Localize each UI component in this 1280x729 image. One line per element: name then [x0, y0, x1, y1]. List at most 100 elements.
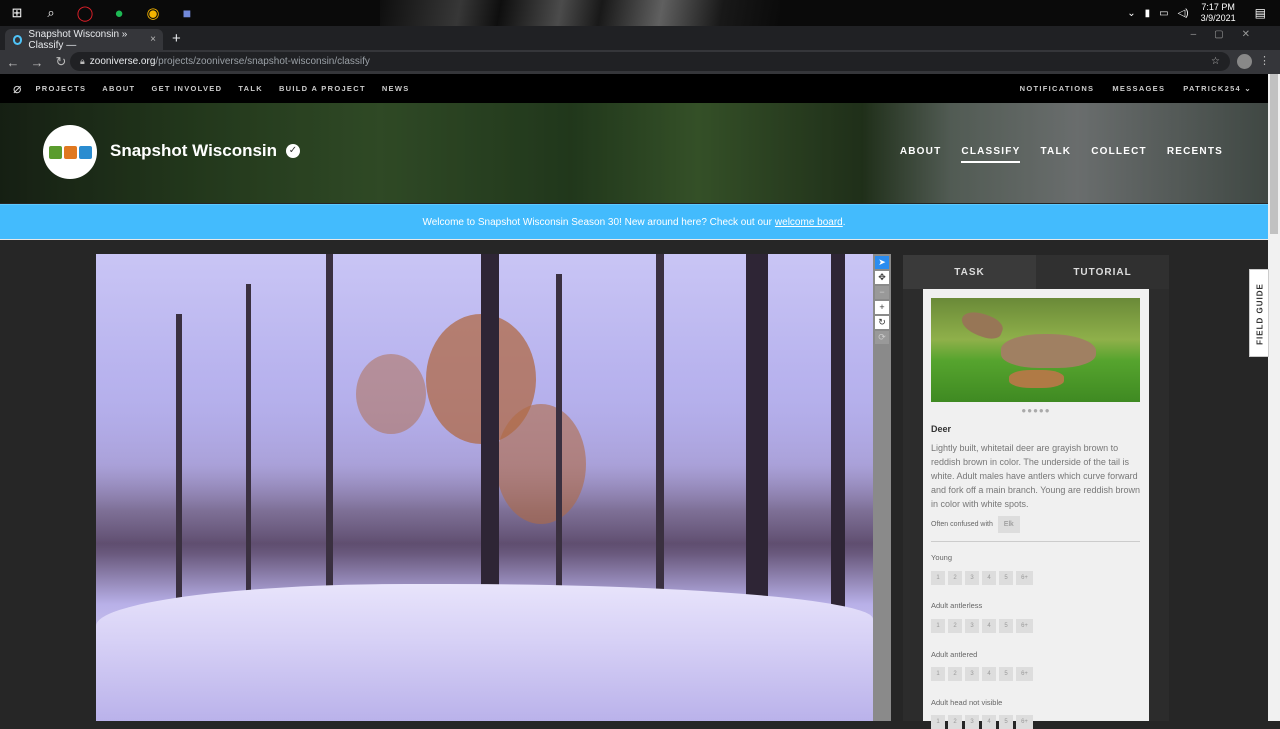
project-nav-about[interactable]: ABOUT [900, 146, 942, 163]
count-button[interactable]: 1 [931, 571, 945, 585]
project-logo[interactable] [43, 125, 97, 179]
scrollbar-thumb[interactable] [1270, 74, 1278, 234]
count-button[interactable]: 5 [999, 667, 1013, 681]
tab-tutorial[interactable]: TUTORIAL [1036, 255, 1169, 289]
count-button[interactable]: 4 [982, 571, 996, 585]
username: PATRICK254 [1183, 84, 1242, 93]
nav-build-a-project[interactable]: BUILD A PROJECT [279, 84, 366, 93]
species-name: Deer [931, 424, 952, 434]
species-description: Lightly built, whitetail deer are grayis… [931, 443, 1140, 509]
user-menu[interactable]: PATRICK254 ⌄ [1183, 84, 1252, 93]
move-icon[interactable]: ✥ [875, 271, 889, 284]
profile-avatar[interactable] [1237, 54, 1252, 69]
rotate-icon[interactable]: ↻ [875, 316, 889, 329]
zoom-in-icon[interactable]: + [875, 301, 889, 314]
page-scrollbar[interactable] [1268, 74, 1280, 721]
zooniverse-logo-icon[interactable]: ⌀ [13, 80, 21, 97]
project-nav: ABOUT CLASSIFY TALK COLLECT RECENTS [880, 146, 1223, 163]
url-host: zooniverse.org [89, 56, 156, 67]
count-button[interactable]: 3 [965, 667, 979, 681]
pointer-icon[interactable]: ➤ [875, 256, 889, 269]
new-tab-button[interactable]: + [172, 30, 181, 47]
deer-body [1001, 334, 1096, 368]
nav-about[interactable]: ABOUT [102, 84, 135, 93]
count-options: 1 2 3 4 5 6+ [931, 619, 1036, 633]
system-clock[interactable]: 7:17 PM 3/9/2021 [1201, 2, 1236, 24]
count-button[interactable]: 5 [999, 619, 1013, 633]
count-button[interactable]: 3 [965, 715, 979, 729]
project-nav-recents[interactable]: RECENTS [1167, 146, 1223, 163]
close-tab-icon[interactable]: × [150, 34, 156, 45]
subject-image[interactable] [96, 254, 873, 721]
species-example-image[interactable] [931, 298, 1140, 402]
clock-date: 3/9/2021 [1200, 13, 1236, 23]
count-button[interactable]: 3 [965, 619, 979, 633]
chrome-icon[interactable]: ◉ [136, 0, 170, 26]
count-button[interactable]: 2 [948, 619, 962, 633]
forward-icon[interactable]: → [26, 55, 48, 70]
count-button[interactable]: 1 [931, 667, 945, 681]
windows-taskbar: ⊞ ⌕ ◯ ● ◉ ■ ⌄ ▮ ▭ ◁) 7:17 PM 3/9/2021 ▤ [0, 0, 1280, 26]
count-button[interactable]: 2 [948, 715, 962, 729]
count-button[interactable]: 3 [965, 571, 979, 585]
count-button[interactable]: 5 [999, 571, 1013, 585]
search-icon[interactable]: ⌕ [34, 0, 68, 26]
carousel-dots[interactable]: ●●●●● [923, 406, 1149, 415]
zoom-out-icon[interactable]: − [875, 286, 889, 299]
window-controls[interactable]: ‒▢✕ [1191, 29, 1268, 40]
nav-messages[interactable]: MESSAGES [1112, 84, 1165, 93]
count-button[interactable]: 6+ [1016, 667, 1033, 681]
windows-start-icon[interactable]: ⊞ [0, 0, 34, 26]
reset-icon[interactable]: ⟳ [875, 331, 889, 344]
browser-tab[interactable]: Snapshot Wisconsin » Classify — × [5, 29, 163, 51]
network-icon[interactable]: ▭ [1159, 8, 1168, 19]
zooniverse-favicon-icon [13, 34, 23, 45]
spotify-icon[interactable]: ● [102, 0, 136, 26]
count-button[interactable]: 2 [948, 667, 962, 681]
count-button[interactable]: 6+ [1016, 619, 1033, 633]
volume-icon[interactable]: ◁) [1178, 8, 1189, 19]
question-label: Adult antlerless [931, 601, 983, 610]
microphone-icon[interactable]: ▮ [1145, 8, 1151, 19]
count-button[interactable]: 4 [982, 619, 996, 633]
welcome-board-link[interactable]: welcome board [775, 217, 843, 228]
project-nav-classify[interactable]: CLASSIFY [961, 146, 1021, 163]
nav-get-involved[interactable]: GET INVOLVED [151, 84, 222, 93]
reload-icon[interactable]: ↻ [50, 54, 72, 70]
nav-talk[interactable]: TALK [238, 84, 263, 93]
count-button[interactable]: 6+ [1016, 715, 1033, 729]
count-button[interactable]: 4 [982, 667, 996, 681]
back-icon[interactable]: ← [2, 55, 24, 70]
count-button[interactable]: 5 [999, 715, 1013, 729]
count-button[interactable]: 2 [948, 571, 962, 585]
tab-task[interactable]: TASK [903, 255, 1036, 289]
image-foliage [496, 404, 586, 524]
confused-with-chip[interactable]: Elk [997, 516, 1020, 533]
more-menu-icon[interactable]: ⋮ [1259, 54, 1270, 67]
count-button[interactable]: 6+ [1016, 571, 1033, 585]
nav-projects[interactable]: PROJECTS [35, 84, 86, 93]
project-nav-talk[interactable]: TALK [1040, 146, 1071, 163]
count-button[interactable]: 4 [982, 715, 996, 729]
opera-icon[interactable]: ◯ [68, 0, 102, 26]
image-tree-trunk [746, 254, 768, 644]
image-snow-ground [96, 584, 873, 721]
bookmark-star-icon[interactable]: ☆ [1211, 56, 1220, 67]
lock-icon[interactable]: 🔒︎ [80, 56, 85, 67]
divider [931, 541, 1140, 542]
discord-icon[interactable]: ■ [170, 0, 204, 26]
notification-center-icon[interactable]: ▤ [1255, 6, 1266, 20]
nav-news[interactable]: NEWS [382, 84, 410, 93]
project-nav-collect[interactable]: COLLECT [1091, 146, 1147, 163]
address-bar[interactable]: 🔒︎ zooniverse.org /projects/zooniverse/s… [70, 52, 1230, 71]
count-button[interactable]: 1 [931, 715, 945, 729]
question-label: Young [931, 553, 952, 562]
nav-notifications[interactable]: NOTIFICATIONS [1020, 84, 1095, 93]
field-guide-tab[interactable]: FIELD GUIDE [1249, 269, 1269, 357]
count-button[interactable]: 1 [931, 619, 945, 633]
carousel-dots-text: ●●●●● [1021, 406, 1051, 415]
project-title[interactable]: Snapshot Wisconsin [110, 141, 277, 161]
browser-tabstrip: Snapshot Wisconsin » Classify — × + ‒▢✕ [0, 26, 1280, 51]
chevron-up-icon[interactable]: ⌄ [1127, 8, 1135, 19]
clock-time: 7:17 PM [1201, 2, 1235, 12]
